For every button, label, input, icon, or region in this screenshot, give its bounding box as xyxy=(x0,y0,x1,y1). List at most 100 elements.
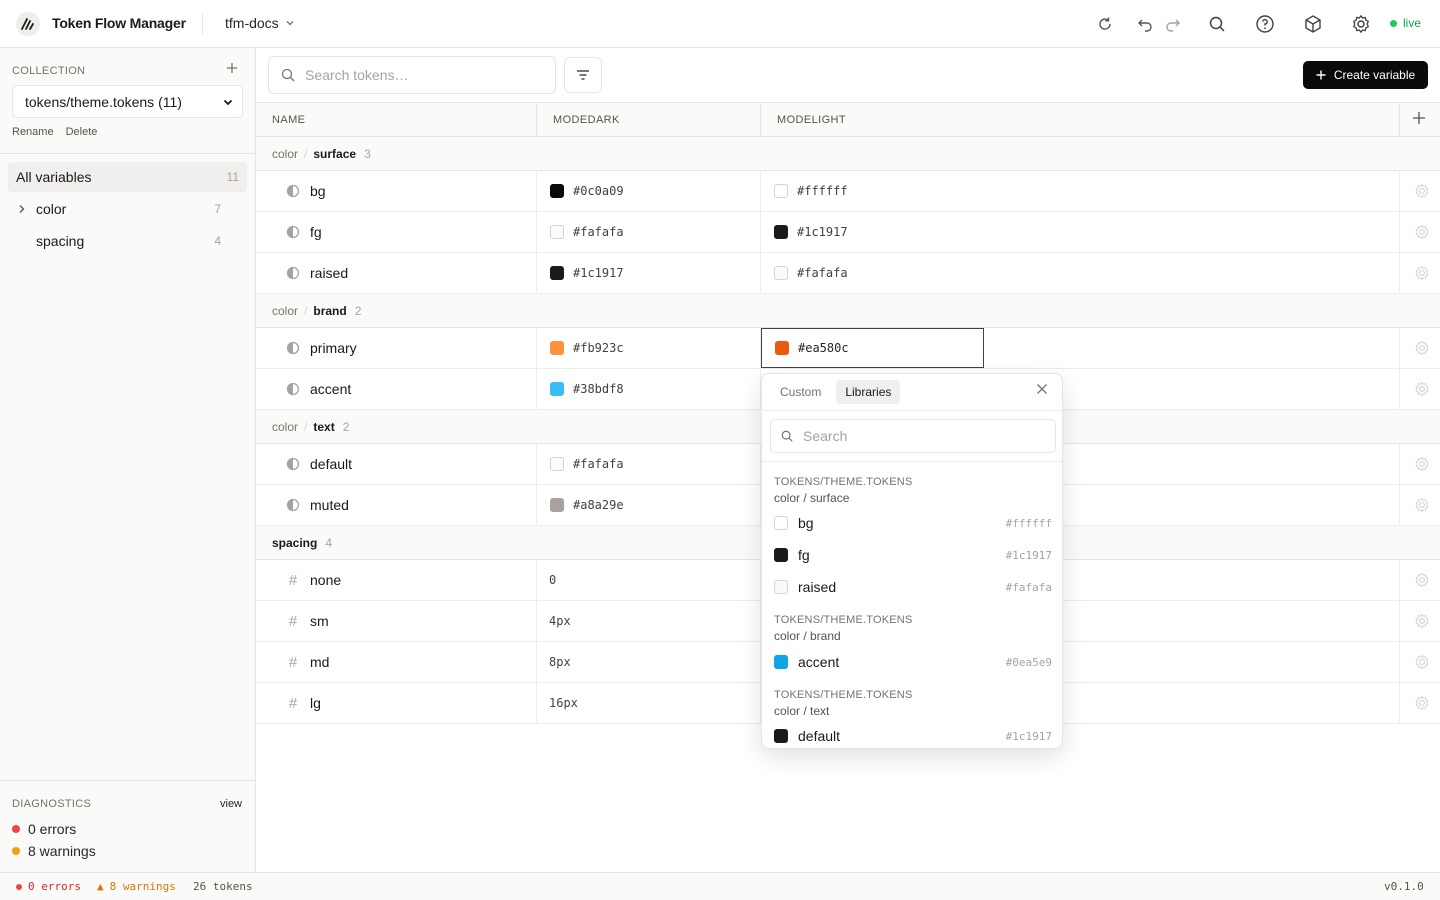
group-row-color-surface[interactable]: color / surface 3 xyxy=(256,137,1440,171)
token-value: #1c1917 xyxy=(573,266,624,280)
row-settings-button[interactable] xyxy=(1414,613,1430,632)
undo-button[interactable] xyxy=(1133,12,1157,36)
library-item[interactable]: raised #fafafa xyxy=(774,575,1052,599)
color-swatch xyxy=(774,655,788,669)
sidebar-item-all-variables[interactable]: All variables 11 xyxy=(8,162,247,192)
dark-value-cell[interactable]: #38bdf8 xyxy=(550,369,624,409)
dark-value-cell[interactable]: #1c1917 xyxy=(550,253,624,293)
table-row[interactable]: bg #0c0a09 #ffffff xyxy=(256,171,1440,212)
row-settings-button[interactable] xyxy=(1414,497,1430,516)
chevron-down-icon xyxy=(286,21,294,26)
dark-value-cell[interactable]: #a8a29e xyxy=(550,485,624,525)
token-search[interactable]: Search tokens… xyxy=(268,56,556,94)
add-mode-button[interactable] xyxy=(1412,109,1426,130)
column-divider[interactable] xyxy=(760,103,761,136)
status-errors[interactable]: 0 errors xyxy=(16,880,81,893)
diagnostics-warnings[interactable]: 8 warnings xyxy=(12,843,96,859)
plus-icon xyxy=(1316,70,1326,80)
row-settings-button[interactable] xyxy=(1414,695,1430,714)
sidebar-item-count: 7 xyxy=(214,202,221,216)
row-settings-button[interactable] xyxy=(1414,340,1430,359)
rename-button[interactable]: Rename xyxy=(12,126,54,138)
sidebar-item-spacing[interactable]: spacing 4 xyxy=(8,226,247,256)
add-collection-button[interactable] xyxy=(226,61,238,79)
gear-icon xyxy=(1353,15,1369,33)
popover-search-input[interactable]: Search xyxy=(770,419,1056,453)
token-value: #fafafa xyxy=(797,266,848,280)
search-button[interactable] xyxy=(1205,12,1229,36)
token-value: #0c0a09 xyxy=(573,184,624,198)
close-popover-button[interactable] xyxy=(1036,383,1048,398)
status-version: v0.1.0 xyxy=(1384,880,1424,893)
dark-value-cell[interactable]: #0c0a09 xyxy=(550,171,624,211)
token-name-cell: primary xyxy=(286,328,357,368)
collection-select[interactable]: tokens/theme.tokens (11) xyxy=(12,85,243,118)
delete-button[interactable]: Delete xyxy=(66,126,98,138)
light-value-cell[interactable]: #fafafa xyxy=(774,253,848,293)
token-value: #38bdf8 xyxy=(573,382,624,396)
dark-value-cell[interactable]: 4px xyxy=(549,601,571,641)
gear-icon xyxy=(1415,265,1429,281)
color-swatch xyxy=(550,184,564,198)
row-settings-button[interactable] xyxy=(1414,265,1430,284)
token-name: none xyxy=(310,572,342,588)
light-value-cell[interactable]: #1c1917 xyxy=(774,212,848,252)
row-settings-button[interactable] xyxy=(1414,224,1430,243)
dark-value-cell[interactable]: #fafafa xyxy=(550,212,624,252)
light-value-cell-editing[interactable]: #ea580c xyxy=(761,328,984,368)
row-settings-button[interactable] xyxy=(1414,381,1430,400)
dark-value-cell[interactable]: 0 xyxy=(549,560,556,600)
project-switcher[interactable]: tfm-docs xyxy=(225,15,295,31)
plus-icon xyxy=(227,63,237,73)
library-group-path: color / text xyxy=(774,704,830,718)
app-logo[interactable] xyxy=(16,12,40,36)
token-name: muted xyxy=(310,497,349,513)
diagnostics-view-link[interactable]: view xyxy=(220,798,242,810)
redo-button[interactable] xyxy=(1161,12,1185,36)
token-name: raised xyxy=(310,265,349,281)
table-row[interactable]: fg #fafafa #1c1917 xyxy=(256,212,1440,253)
filter-button[interactable] xyxy=(564,57,602,93)
dark-value-cell[interactable]: 16px xyxy=(549,683,578,723)
dark-value-cell[interactable]: 8px xyxy=(549,642,571,682)
library-item[interactable]: default #1c1917 xyxy=(774,724,1052,748)
table-row[interactable]: raised #1c1917 #fafafa xyxy=(256,253,1440,294)
package-button[interactable] xyxy=(1301,12,1325,36)
library-item[interactable]: accent #0ea5e9 xyxy=(774,650,1052,674)
chevron-right-icon[interactable] xyxy=(16,203,28,215)
column-divider[interactable] xyxy=(536,103,537,136)
status-warnings[interactable]: ▲ 8 warnings xyxy=(97,880,176,893)
library-item[interactable]: bg #ffffff xyxy=(774,511,1052,535)
row-settings-button[interactable] xyxy=(1414,654,1430,673)
light-value-cell[interactable]: #ffffff xyxy=(774,171,848,211)
settings-button[interactable] xyxy=(1349,12,1373,36)
row-settings-button[interactable] xyxy=(1414,183,1430,202)
tab-libraries[interactable]: Libraries xyxy=(836,380,901,404)
help-button[interactable] xyxy=(1253,12,1277,36)
header-modedark[interactable]: MODEDARK xyxy=(553,103,620,137)
tab-custom[interactable]: Custom xyxy=(771,380,830,404)
library-source: TOKENS/THEME.TOKENS xyxy=(774,476,913,488)
token-value: 16px xyxy=(549,696,578,710)
token-value: #1c1917 xyxy=(797,225,848,239)
status-bar: 0 errors ▲ 8 warnings 26 tokens v0.1.0 xyxy=(0,872,1440,900)
refresh-button[interactable] xyxy=(1093,12,1117,36)
header-modelight[interactable]: MODELIGHT xyxy=(777,103,846,137)
library-item-name: default xyxy=(798,728,841,744)
gear-icon xyxy=(1415,183,1429,199)
warning-dot xyxy=(12,847,20,855)
value-picker-popover: Custom Libraries Search TOKENS/THEME.TOK… xyxy=(761,373,1063,749)
token-name-cell: raised xyxy=(286,253,348,293)
dark-value-cell[interactable]: #fb923c xyxy=(550,328,624,368)
token-name-cell: bg xyxy=(286,171,326,211)
header-name[interactable]: NAME xyxy=(272,103,305,137)
sidebar-item-color[interactable]: color 7 xyxy=(8,194,247,224)
token-value: #fafafa xyxy=(573,225,624,239)
group-row-color-brand[interactable]: color / brand 2 xyxy=(256,294,1440,328)
diagnostics-errors[interactable]: 0 errors xyxy=(12,821,76,837)
create-variable-button[interactable]: Create variable xyxy=(1303,61,1428,89)
row-settings-button[interactable] xyxy=(1414,572,1430,591)
library-item[interactable]: fg #1c1917 xyxy=(774,543,1052,567)
row-settings-button[interactable] xyxy=(1414,456,1430,475)
dark-value-cell[interactable]: #fafafa xyxy=(550,444,624,484)
